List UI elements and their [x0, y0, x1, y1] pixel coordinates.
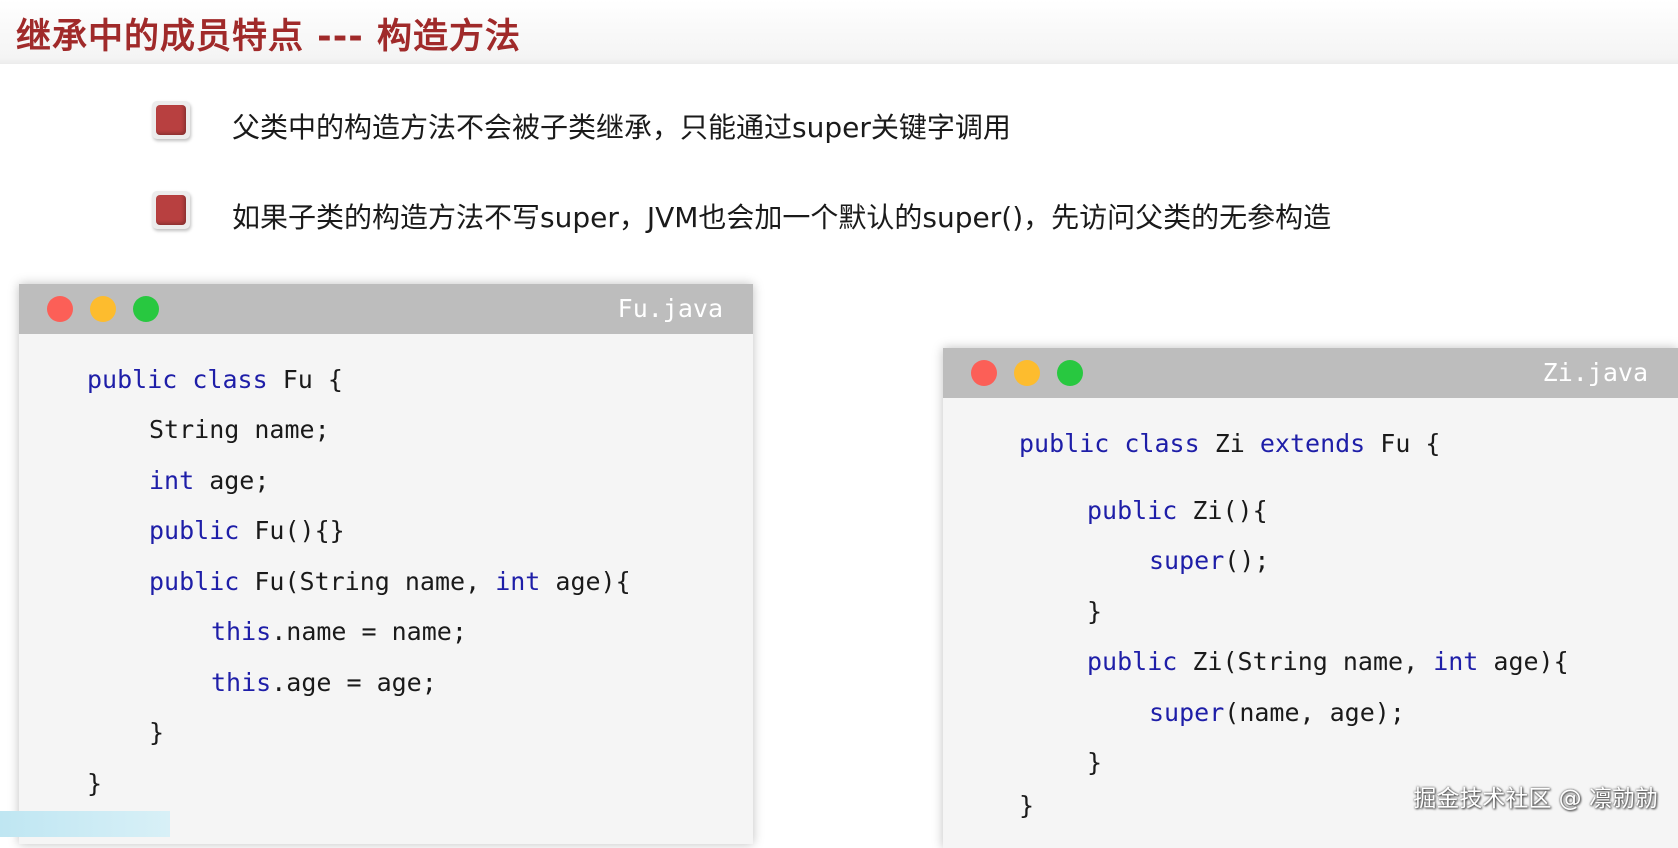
code-line: public Zi(){	[1087, 495, 1268, 527]
bottom-strip	[0, 811, 170, 837]
code-text: Fu {	[267, 365, 343, 394]
code-text: Zi(String name,	[1177, 647, 1434, 676]
code-keyword: this	[211, 617, 272, 646]
window-filename: Fu.java	[617, 294, 723, 323]
code-keyword: public	[1087, 496, 1178, 525]
code-line: public Fu(String name, int age){	[149, 566, 631, 598]
code-keyword: int	[495, 567, 541, 596]
code-text: Fu(String name,	[239, 567, 496, 596]
code-line: super();	[1149, 545, 1269, 577]
code-line: }	[1087, 747, 1102, 779]
bullet-text-2: 如果子类的构造方法不写super，JVM也会加一个默认的super()，先访问父…	[232, 201, 1332, 234]
code-keyword: int	[1433, 647, 1479, 676]
code-text: }	[1019, 791, 1035, 820]
code-text: ();	[1224, 546, 1270, 575]
code-line: public Fu(){}	[149, 515, 345, 547]
code-keyword: public	[87, 365, 178, 394]
code-line: }	[1087, 596, 1102, 628]
fu-code-window: Fu.java public class Fu { String name; i…	[19, 284, 753, 844]
code-line: public Zi(String name, int age){	[1087, 646, 1569, 678]
code-keyword: super	[1149, 546, 1225, 575]
close-dot-icon	[971, 360, 997, 386]
page-title: 继承中的成员特点 --- 构造方法	[16, 17, 521, 57]
code-line: public class Zi extends Fu {	[1019, 428, 1440, 460]
code-text: Zi(){	[1177, 496, 1268, 525]
window-titlebar: Zi.java	[943, 348, 1678, 398]
code-keyword: public	[1087, 647, 1178, 676]
code-line: String name;	[149, 414, 330, 446]
code-line: }	[87, 768, 102, 800]
code-keyword: int	[149, 466, 195, 495]
zi-code-window: Zi.java public class Zi extends Fu { pub…	[943, 348, 1678, 848]
code-text: Zi	[1199, 429, 1260, 458]
code-text: .name = name;	[271, 617, 467, 646]
code-keyword: super	[1149, 698, 1225, 727]
close-dot-icon	[47, 296, 73, 322]
code-text: (name, age);	[1224, 698, 1405, 727]
minimize-dot-icon	[90, 296, 116, 322]
code-keyword: class	[192, 365, 268, 394]
code-text: }	[1087, 748, 1103, 777]
code-line: this.age = age;	[211, 667, 437, 699]
code-line: this.name = name;	[211, 616, 467, 648]
code-text: age){	[540, 567, 631, 596]
code-text: }	[87, 769, 103, 798]
code-text: age;	[194, 466, 270, 495]
code-line: }	[149, 717, 164, 749]
code-line: int age;	[149, 465, 269, 497]
code-text: }	[149, 718, 165, 747]
bullet-square-icon	[152, 191, 190, 229]
code-line: }	[1019, 790, 1034, 822]
code-text: }	[1087, 597, 1103, 626]
maximize-dot-icon	[1057, 360, 1083, 386]
code-keyword: public	[149, 567, 240, 596]
maximize-dot-icon	[133, 296, 159, 322]
code-line: super(name, age);	[1149, 697, 1405, 729]
code-text: Fu(){}	[239, 516, 345, 545]
code-keyword: class	[1124, 429, 1200, 458]
watermark: 掘金技术社区 @ 凛勍勍	[1413, 786, 1658, 812]
code-text: age){	[1478, 647, 1569, 676]
window-titlebar: Fu.java	[19, 284, 753, 334]
code-keyword: public	[1019, 429, 1110, 458]
bullet-text-1: 父类中的构造方法不会被子类继承，只能通过super关键字调用	[232, 111, 1011, 144]
code-line: public class Fu {	[87, 364, 343, 396]
code-keyword: extends	[1259, 429, 1366, 458]
minimize-dot-icon	[1014, 360, 1040, 386]
code-keyword: public	[149, 516, 240, 545]
code-keyword: this	[211, 668, 272, 697]
window-filename: Zi.java	[1542, 358, 1648, 387]
code-text: .age = age;	[271, 668, 437, 697]
bullet-square-icon	[152, 101, 190, 139]
code-text: Fu {	[1365, 429, 1441, 458]
code-text: String name;	[149, 415, 330, 444]
